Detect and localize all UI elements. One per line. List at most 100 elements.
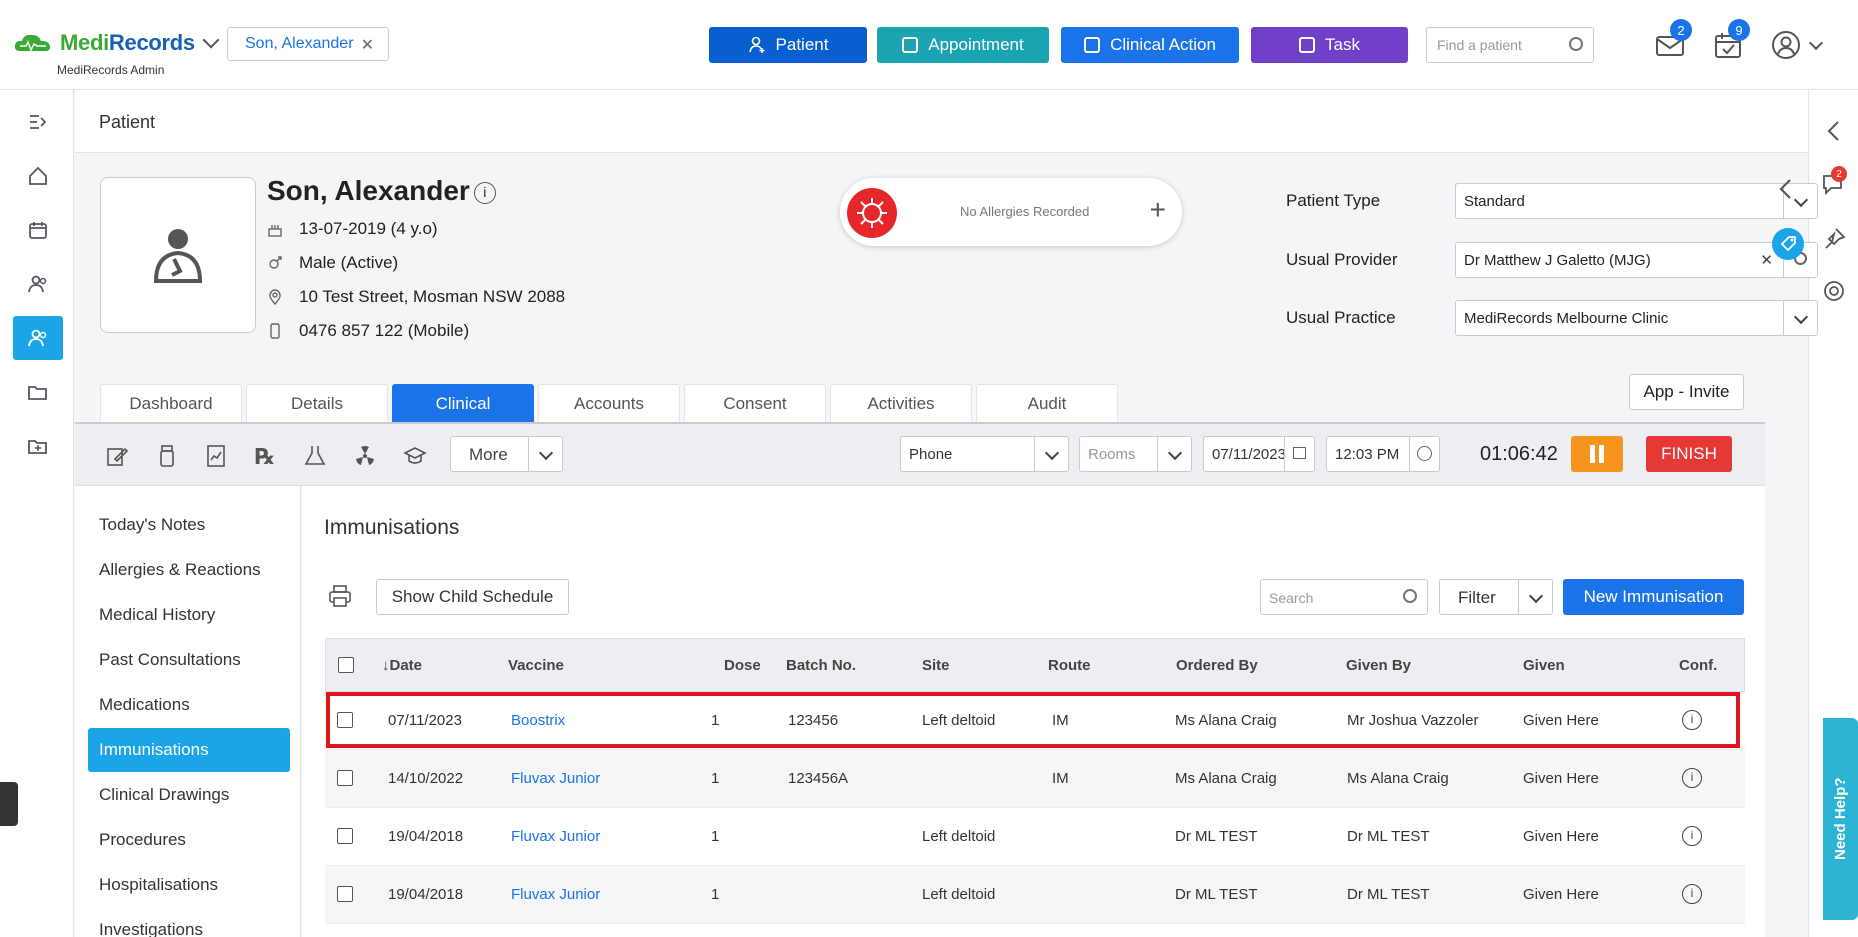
education-icon[interactable] (403, 444, 427, 468)
info-icon[interactable]: i (1682, 768, 1702, 788)
cell-vaccine-link[interactable]: Fluvax Junior (511, 770, 600, 787)
chevron-down-icon[interactable] (1157, 437, 1191, 471)
time-input[interactable]: 12:03 PM (1326, 436, 1440, 472)
chevron-down-icon[interactable] (202, 31, 220, 49)
report-icon[interactable] (204, 444, 228, 468)
nav-medications[interactable]: Medications (88, 683, 290, 727)
table-row[interactable]: 19/04/2018 Fluvax Junior 1 Left deltoid … (325, 808, 1745, 866)
close-icon[interactable]: ✕ (361, 35, 374, 55)
info-icon[interactable]: i (1682, 884, 1702, 904)
folder-add-icon[interactable] (13, 424, 63, 468)
lab-flask-icon[interactable] (303, 444, 327, 468)
nav-immunisations[interactable]: Immunisations (88, 728, 290, 772)
tab-activities[interactable]: Activities (830, 384, 972, 422)
tab-dashboard[interactable]: Dashboard (100, 384, 242, 422)
appointment-button[interactable]: Appointment (877, 27, 1049, 63)
column-given-by[interactable]: Given By (1346, 657, 1411, 674)
calendar-icon[interactable] (1284, 437, 1314, 471)
select-all-checkbox[interactable] (338, 657, 354, 673)
calendar-icon[interactable] (13, 208, 63, 252)
nav-investigations[interactable]: Investigations (88, 908, 290, 937)
need-help-tab[interactable]: Need Help? (1823, 718, 1858, 920)
patient-type-select[interactable]: Standard (1455, 183, 1818, 219)
app-logo[interactable]: MediRecords (14, 30, 220, 56)
date-input[interactable]: 07/11/2023 (1203, 436, 1315, 472)
column-dose[interactable]: Dose (724, 657, 761, 674)
column-batch[interactable]: Batch No. (786, 657, 856, 674)
more-dropdown[interactable]: More (450, 436, 563, 472)
tab-details[interactable]: Details (246, 384, 388, 422)
tab-consent[interactable]: Consent (684, 384, 826, 422)
contact-type-select[interactable]: Phone (900, 436, 1069, 472)
tab-clinical[interactable]: Clinical (392, 384, 534, 422)
column-ordered-by[interactable]: Ordered By (1176, 657, 1258, 674)
usual-practice-select[interactable]: MediRecords Melbourne Clinic (1455, 300, 1818, 336)
contacts-icon[interactable] (13, 262, 63, 306)
search-icon[interactable] (1569, 37, 1583, 51)
pin-icon[interactable] (1821, 226, 1847, 252)
user-account-icon[interactable] (1771, 30, 1801, 60)
chevron-down-icon[interactable] (1783, 301, 1817, 335)
info-icon[interactable]: i (1682, 826, 1702, 846)
open-patient-chip[interactable]: Son, Alexander ✕ (227, 27, 389, 61)
table-row[interactable]: 19/04/2018 Fluvax Junior 1 Left deltoid … (325, 866, 1745, 924)
column-site[interactable]: Site (922, 657, 950, 674)
chevron-down-icon[interactable] (1808, 35, 1824, 51)
print-icon[interactable] (328, 584, 352, 608)
chevron-down-icon[interactable] (1518, 580, 1552, 614)
app-invite-button[interactable]: App - Invite (1629, 374, 1744, 410)
nav-todays-notes[interactable]: Today's Notes (88, 503, 290, 547)
rooms-select[interactable]: Rooms (1079, 436, 1192, 472)
nav-medical-history[interactable]: Medical History (88, 593, 290, 637)
row-checkbox[interactable] (337, 770, 353, 786)
cell-vaccine-link[interactable]: Fluvax Junior (511, 828, 600, 845)
tab-audit[interactable]: Audit (976, 384, 1118, 422)
row-checkbox[interactable] (337, 886, 353, 902)
collapse-left-icon[interactable] (1826, 120, 1842, 142)
folder-icon[interactable] (13, 370, 63, 414)
collapse-left-icon[interactable] (1778, 178, 1794, 200)
nav-hospitalisations[interactable]: Hospitalisations (88, 863, 290, 907)
task-button[interactable]: Task (1251, 27, 1408, 63)
find-patient-input[interactable]: Find a patient (1426, 27, 1594, 63)
tab-accounts[interactable]: Accounts (538, 384, 680, 422)
info-icon[interactable]: i (473, 181, 496, 204)
cell-vaccine-link[interactable]: Fluvax Junior (511, 886, 600, 903)
new-immunisation-button[interactable]: New Immunisation (1563, 579, 1744, 615)
home-icon[interactable] (13, 154, 63, 198)
chevron-down-icon[interactable] (528, 437, 562, 471)
immunisation-search-input[interactable]: Search (1260, 579, 1428, 615)
radiation-icon[interactable] (353, 444, 377, 468)
open-patient-name[interactable]: Son, Alexander (245, 35, 354, 53)
usual-provider-field[interactable]: Dr Matthew J Galetto (MJG) ✕ (1455, 242, 1818, 278)
filter-dropdown[interactable]: Filter (1439, 579, 1553, 615)
edit-note-icon[interactable] (105, 444, 129, 468)
column-vaccine[interactable]: Vaccine (508, 657, 564, 674)
finish-button[interactable]: FINISH (1646, 436, 1732, 472)
patient-avatar[interactable] (100, 177, 256, 333)
column-route[interactable]: Route (1048, 657, 1091, 674)
add-allergy-icon[interactable]: + (1150, 196, 1166, 224)
patient-button[interactable]: Patient (709, 27, 867, 63)
pause-button[interactable] (1571, 436, 1623, 472)
nav-past-consultations[interactable]: Past Consultations (88, 638, 290, 682)
prescription-icon[interactable]: ℞ (255, 444, 279, 469)
medication-bottle-icon[interactable] (155, 444, 179, 468)
at-sign-icon[interactable] (1821, 278, 1847, 304)
column-date[interactable]: ↓Date (382, 657, 422, 674)
row-checkbox[interactable] (337, 828, 353, 844)
patients-icon[interactable] (13, 316, 63, 360)
column-given[interactable]: Given (1523, 657, 1565, 674)
nav-procedures[interactable]: Procedures (88, 818, 290, 862)
tag-icon[interactable] (1772, 228, 1804, 260)
column-conf[interactable]: Conf. (1679, 657, 1717, 674)
chevron-down-icon[interactable] (1034, 437, 1068, 471)
show-child-schedule-button[interactable]: Show Child Schedule (376, 579, 569, 615)
nav-clinical-drawings[interactable]: Clinical Drawings (88, 773, 290, 817)
search-icon[interactable] (1403, 589, 1417, 603)
table-row[interactable]: 14/10/2022 Fluvax Junior 1 123456A IM Ms… (325, 750, 1745, 808)
expand-menu-icon[interactable] (13, 100, 63, 144)
side-handle[interactable] (0, 782, 18, 826)
clock-icon[interactable] (1409, 437, 1439, 471)
nav-allergies[interactable]: Allergies & Reactions (88, 548, 290, 592)
